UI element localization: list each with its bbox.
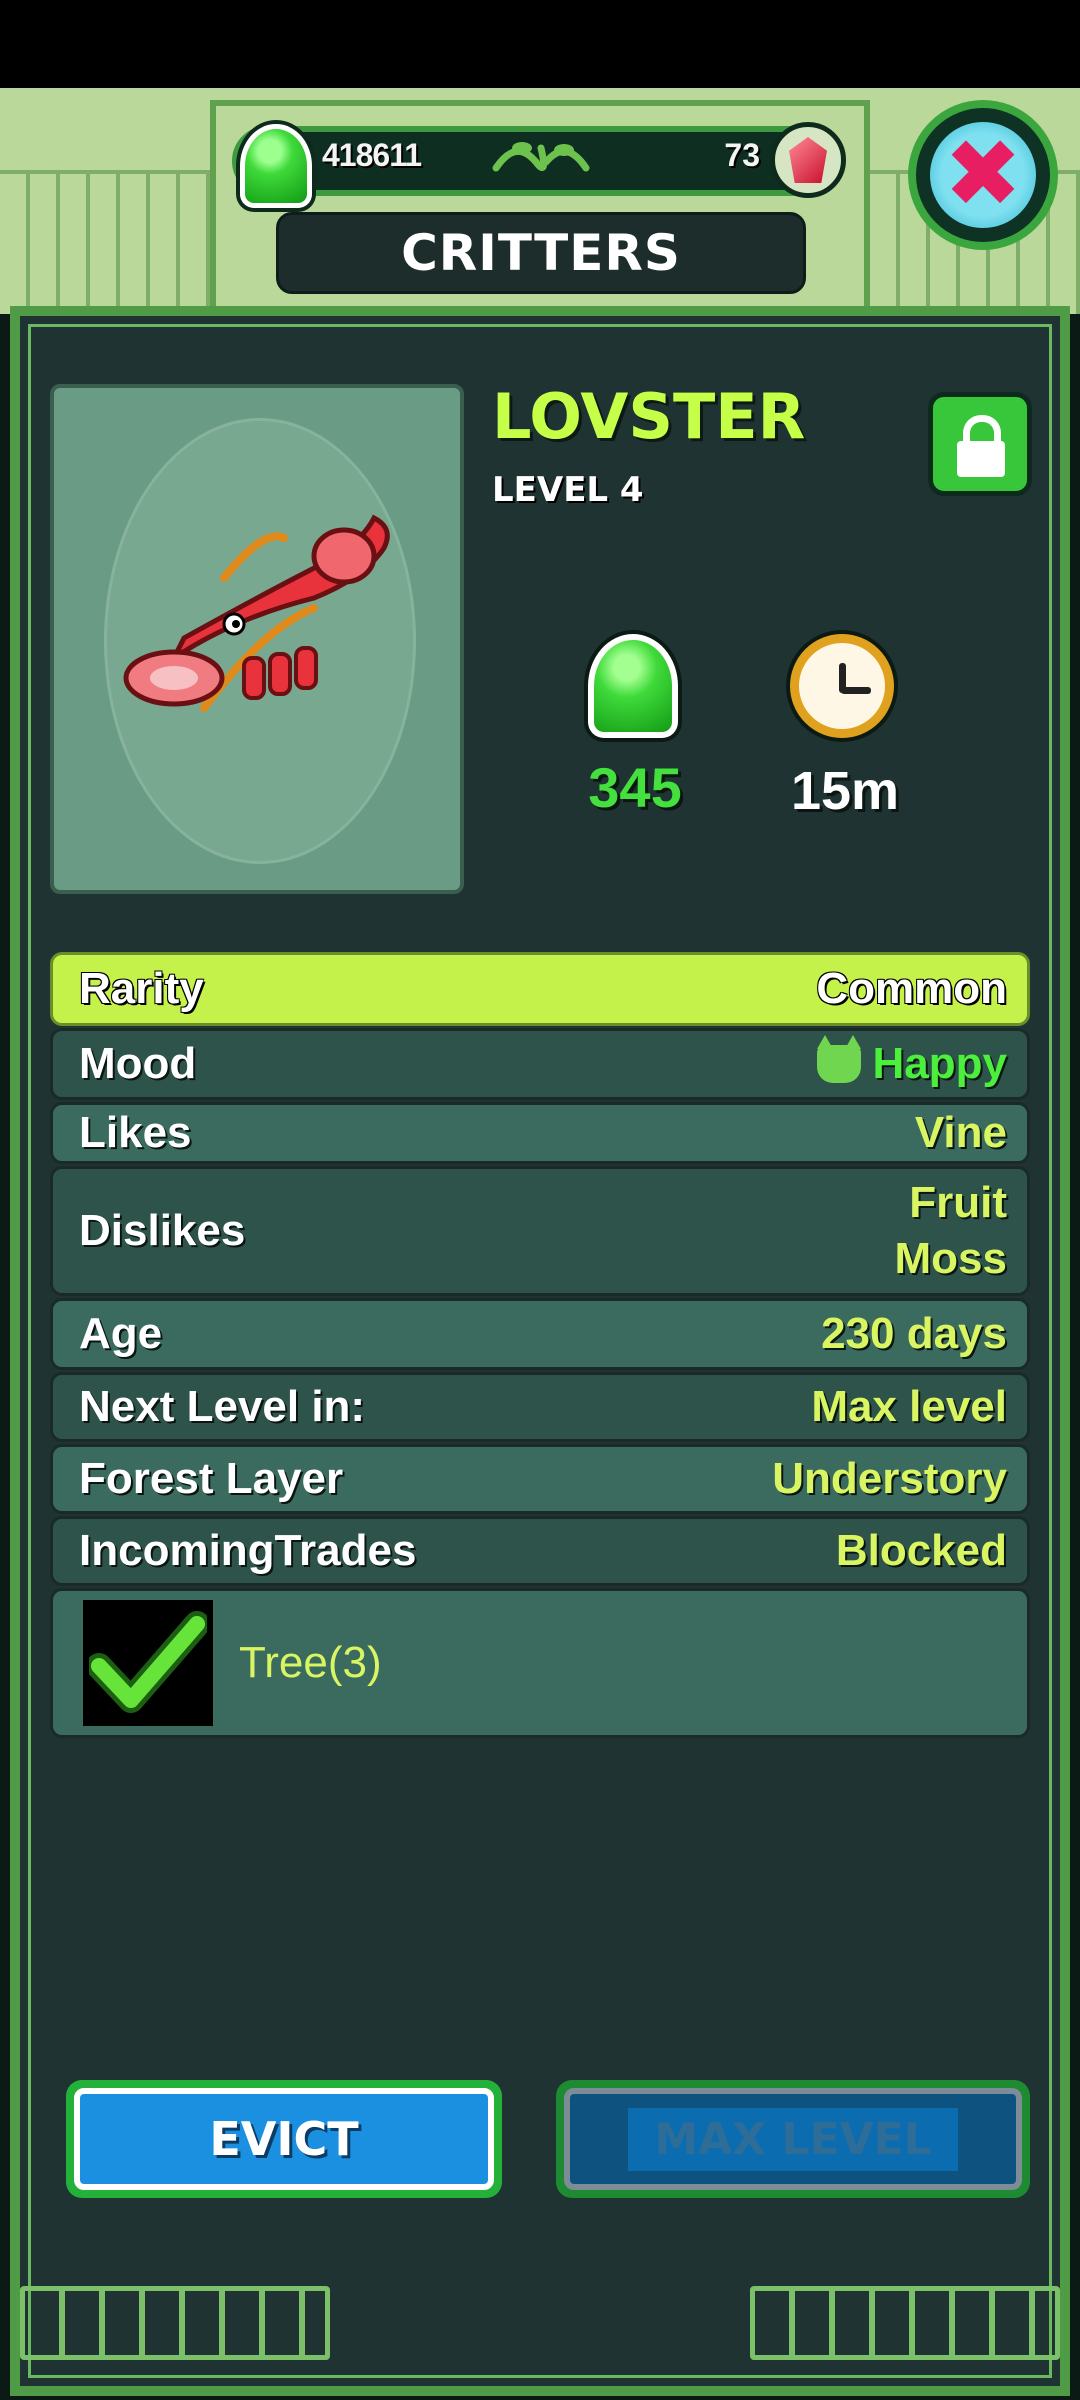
lobster-critter-image [123, 514, 390, 712]
page-title: CRITTERS [401, 224, 681, 282]
detail-label: Dislikes [79, 1206, 246, 1255]
detail-label: Likes [79, 1108, 192, 1157]
evict-button-label: EVICT [74, 2088, 494, 2190]
detail-row-mood: Mood Happy [50, 1028, 1030, 1100]
detail-value: Common [816, 964, 1007, 1013]
max-level-button[interactable]: MAX LEVEL [556, 2080, 1030, 2198]
max-level-button-label: MAX LEVEL [628, 2107, 958, 2171]
lock-icon [957, 441, 1005, 477]
detail-row-likes: Likes Vine [50, 1102, 1030, 1164]
dislike-item: Moss [894, 1234, 1007, 1283]
green-gem-icon [588, 634, 678, 738]
evict-button[interactable]: EVICT [66, 2080, 502, 2198]
vine-ornament-icon [486, 128, 596, 194]
green-gem-icon [240, 124, 312, 208]
critter-level: LEVEL 4 [492, 470, 644, 510]
critter-details-table: Rarity Common Mood Happy Likes Vine Disl… [50, 952, 1030, 1740]
detail-row-dislikes: Dislikes Fruit Moss [50, 1166, 1030, 1296]
requirement-label: Tree(3) [239, 1638, 382, 1687]
detail-value: Blocked [835, 1526, 1007, 1575]
detail-row-rarity: Rarity Common [50, 952, 1030, 1026]
bottom-ornament-left [20, 2286, 330, 2360]
detail-value: Fruit Moss [895, 1175, 1007, 1287]
lock-button[interactable] [928, 392, 1032, 496]
system-status-bar [0, 0, 1080, 88]
coins-value: 418611 [322, 137, 422, 173]
clock-icon [790, 634, 894, 738]
gems-value: 73 [724, 137, 760, 173]
detail-label: Forest Layer [79, 1454, 344, 1503]
detail-label: Next Level in: [79, 1382, 366, 1431]
title-plate: CRITTERS [276, 212, 806, 294]
critter-portrait [50, 384, 464, 894]
bottom-ornament [20, 2260, 1060, 2360]
detail-value: Vine [914, 1108, 1007, 1157]
detail-value: Understory [772, 1454, 1007, 1503]
production-value: 345 [588, 756, 682, 819]
detail-value: Max level [811, 1382, 1007, 1431]
detail-value-mood: Happy [816, 1035, 1007, 1092]
detail-row-incoming-trades: IncomingTrades Blocked [50, 1516, 1030, 1586]
detail-row-forest-layer: Forest Layer Understory [50, 1444, 1030, 1514]
detail-label: Mood [79, 1039, 197, 1088]
detail-label: Rarity [79, 964, 204, 1013]
detail-value: 230 days [821, 1309, 1007, 1358]
production-time: 15m [790, 761, 900, 821]
detail-label: Age [79, 1309, 163, 1358]
close-x-icon: ✖ [930, 122, 1036, 228]
detail-row-next-level: Next Level in: Max level [50, 1372, 1030, 1442]
checkmark-icon [83, 1600, 213, 1726]
cat-face-icon [816, 1035, 861, 1083]
bottom-ornament-right [750, 2286, 1060, 2360]
red-crystal-icon [770, 122, 846, 198]
mood-text: Happy [872, 1039, 1007, 1088]
close-button[interactable]: ✖ [908, 100, 1058, 250]
detail-label: IncomingTrades [79, 1526, 417, 1575]
critter-name: LOVSTER [492, 380, 806, 453]
dislike-item: Fruit [909, 1178, 1007, 1227]
detail-row-age: Age 230 days [50, 1298, 1030, 1370]
requirement-row: Tree(3) [50, 1588, 1030, 1738]
